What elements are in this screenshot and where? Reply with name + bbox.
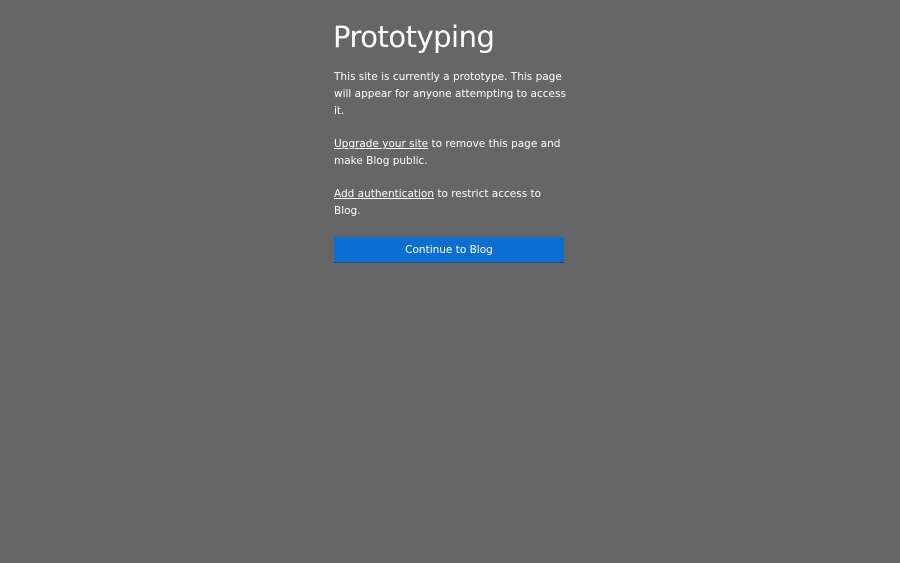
add-authentication-link[interactable]: Add authentication bbox=[334, 188, 434, 200]
intro-text: This site is currently a prototype. This… bbox=[334, 71, 566, 117]
upgrade-paragraph: Upgrade your site to remove this page an… bbox=[334, 136, 566, 170]
prototype-notice-panel: Prototyping This site is currently a pro… bbox=[333, 18, 566, 263]
auth-paragraph: Add authentication to restrict access to… bbox=[334, 186, 566, 220]
page-title: Prototyping bbox=[333, 20, 495, 54]
continue-to-blog-button[interactable]: Continue to Blog bbox=[334, 237, 564, 263]
upgrade-site-link[interactable]: Upgrade your site bbox=[334, 138, 428, 150]
